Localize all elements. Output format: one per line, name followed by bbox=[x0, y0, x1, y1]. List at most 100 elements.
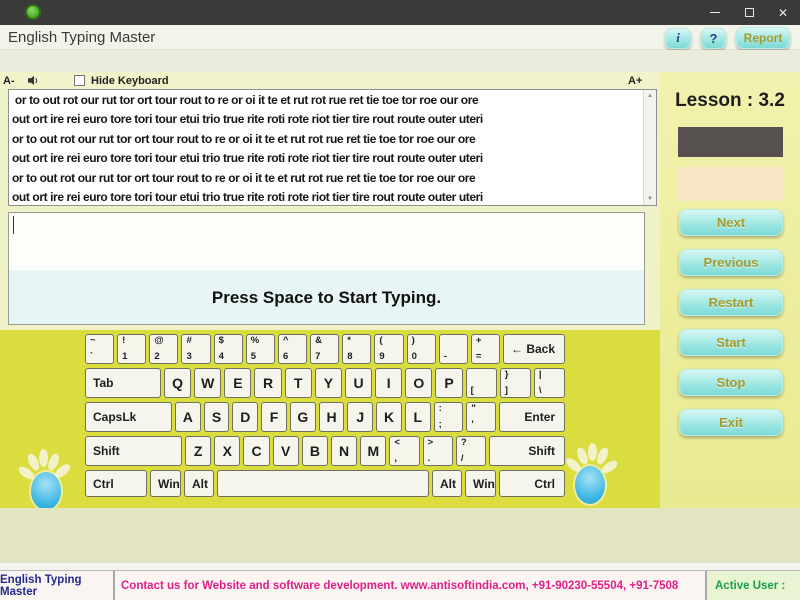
lesson-label: Lesson : 3.2 bbox=[675, 90, 785, 111]
font-decrease-button[interactable]: A- bbox=[3, 75, 15, 87]
key-g[interactable]: G bbox=[289, 402, 316, 432]
header-band bbox=[0, 50, 800, 72]
key-4[interactable]: $4 bbox=[213, 334, 243, 364]
key-comma[interactable]: <, bbox=[389, 436, 420, 466]
key-slash[interactable]: ? / bbox=[455, 436, 487, 466]
status-active-user: Active User : bbox=[707, 571, 800, 600]
key-7[interactable]: & 7 bbox=[310, 334, 340, 364]
restart-button[interactable]: Restart bbox=[679, 289, 783, 316]
hide-keyboard-checkbox[interactable] bbox=[74, 75, 85, 86]
progress-peach-box bbox=[678, 167, 783, 201]
key-minus[interactable]: - bbox=[438, 334, 468, 364]
key-rbracket[interactable]: }] bbox=[499, 368, 531, 398]
key-p[interactable]: P bbox=[435, 368, 463, 398]
side-panel: Lesson : 3.2 Next Previous Restart Start Sto… bbox=[660, 72, 800, 508]
app-window: ✕ English Typing Master i ? Report A- Hi… bbox=[0, 0, 800, 600]
key-lbracket[interactable]: [ bbox=[465, 368, 497, 398]
typing-input[interactable]: Press Space to Start Typing. bbox=[8, 212, 645, 325]
practice-lines: or to out rot our rut tor ort tour rout … bbox=[12, 91, 640, 205]
right-hand-icon bbox=[563, 442, 620, 506]
key-a[interactable]: A bbox=[175, 402, 201, 432]
key-enter[interactable]: Enter bbox=[499, 402, 566, 432]
key-rctrl[interactable]: Ctrl bbox=[499, 470, 565, 497]
next-button[interactable]: Next bbox=[679, 209, 783, 236]
key-5[interactable]: % 5 bbox=[245, 334, 275, 364]
key-space[interactable] bbox=[217, 470, 429, 497]
info-button[interactable]: i bbox=[665, 27, 691, 49]
scroll-up-icon[interactable]: ▲ bbox=[647, 90, 653, 102]
key-6[interactable]: ^ 6 bbox=[277, 334, 308, 364]
page-title: English Typing Master bbox=[8, 28, 156, 46]
key-e[interactable]: E bbox=[224, 368, 252, 398]
key-win2[interactable]: Win bbox=[465, 470, 496, 497]
key-j[interactable]: J bbox=[347, 402, 374, 432]
status-contact-text: Contact us for Website and software deve… bbox=[115, 571, 707, 600]
keyboard-row: CapsLk A S D F G H J K L:; " ' Enter bbox=[85, 402, 566, 432]
text-caret bbox=[13, 216, 14, 234]
key-i[interactable]: I bbox=[375, 368, 403, 398]
key-lctrl[interactable]: Ctrl bbox=[85, 470, 147, 497]
key-z[interactable]: Z bbox=[185, 436, 212, 466]
key-q[interactable]: Q bbox=[164, 368, 192, 398]
key-s[interactable]: S bbox=[203, 402, 230, 432]
key-f[interactable]: F bbox=[261, 402, 287, 432]
progress-dark-box bbox=[678, 127, 783, 157]
key-quote[interactable]: " ' bbox=[466, 402, 497, 432]
header: English Typing Master i ? Report bbox=[0, 25, 800, 50]
key-0[interactable]: ) 0 bbox=[406, 334, 436, 364]
key-r[interactable]: R bbox=[254, 368, 282, 398]
key-x[interactable]: X bbox=[214, 436, 241, 466]
font-increase-button[interactable]: A+ bbox=[628, 75, 642, 87]
key-u[interactable]: U bbox=[344, 368, 373, 398]
practice-text-area: or to out rot our rut tor ort tour rout … bbox=[8, 89, 657, 206]
on-screen-keyboard: ~ `! 1 @2 #3 $4% 5 ^ 6 & 7 * 8(9) 0- + = ← Back Tab Q W E R T Y… bbox=[85, 334, 566, 497]
key-caps[interactable]: CapsLk bbox=[85, 402, 172, 432]
stop-button[interactable]: Stop bbox=[679, 369, 783, 396]
help-button[interactable]: ? bbox=[701, 27, 726, 49]
keyboard-row: Shift Z X C V B N M <, >.? / Shift bbox=[85, 436, 566, 466]
key-period[interactable]: >. bbox=[422, 436, 453, 466]
key-win[interactable]: Win bbox=[150, 470, 181, 497]
key-backslash[interactable]: | \ bbox=[533, 368, 566, 398]
key-equals[interactable]: + = bbox=[470, 334, 501, 364]
key-m[interactable]: M bbox=[360, 436, 387, 466]
key-h[interactable]: H bbox=[318, 402, 345, 432]
close-button[interactable]: ✕ bbox=[766, 0, 800, 25]
key-tab[interactable]: Tab bbox=[85, 368, 161, 398]
key-9[interactable]: (9 bbox=[374, 334, 404, 364]
key-8[interactable]: * 8 bbox=[342, 334, 372, 364]
key-o[interactable]: O bbox=[405, 368, 433, 398]
key-d[interactable]: D bbox=[232, 402, 259, 432]
key-y[interactable]: Y bbox=[314, 368, 342, 398]
key-k[interactable]: K bbox=[376, 402, 402, 432]
key-backquote[interactable]: ~ ` bbox=[85, 334, 115, 364]
key-rshift[interactable]: Shift bbox=[489, 436, 566, 466]
key-2[interactable]: @2 bbox=[149, 334, 179, 364]
practice-scrollbar[interactable]: ▲ ▼ bbox=[643, 90, 656, 205]
key-v[interactable]: V bbox=[272, 436, 299, 466]
main-area: A- Hide Keyboard A+ or to out rot our ru… bbox=[0, 72, 660, 510]
key-1[interactable]: ! 1 bbox=[117, 334, 147, 364]
key-lshift[interactable]: Shift bbox=[85, 436, 182, 466]
maximize-button[interactable] bbox=[732, 0, 766, 25]
key-c[interactable]: C bbox=[243, 436, 270, 466]
start-button[interactable]: Start bbox=[679, 329, 783, 356]
key-w[interactable]: W bbox=[194, 368, 222, 398]
previous-button[interactable]: Previous bbox=[679, 249, 783, 276]
practice-line: out ort ire rei euro tore tori tour etui… bbox=[12, 190, 483, 205]
key-b[interactable]: B bbox=[301, 436, 329, 466]
key-alt[interactable]: Alt bbox=[184, 470, 214, 497]
key-semicolon[interactable]: :; bbox=[433, 402, 464, 432]
report-button[interactable]: Report bbox=[736, 27, 790, 49]
key-l[interactable]: L bbox=[404, 402, 431, 432]
white-strip bbox=[0, 563, 800, 570]
scroll-down-icon[interactable]: ▼ bbox=[647, 193, 653, 205]
minimize-button[interactable] bbox=[698, 0, 732, 25]
key-t[interactable]: T bbox=[284, 368, 312, 398]
key-3[interactable]: #3 bbox=[181, 334, 211, 364]
speaker-icon[interactable] bbox=[28, 75, 40, 89]
exit-button[interactable]: Exit bbox=[679, 409, 783, 436]
key-alt2[interactable]: Alt bbox=[432, 470, 462, 497]
key-back[interactable]: ← Back bbox=[503, 334, 566, 364]
key-n[interactable]: N bbox=[331, 436, 358, 466]
